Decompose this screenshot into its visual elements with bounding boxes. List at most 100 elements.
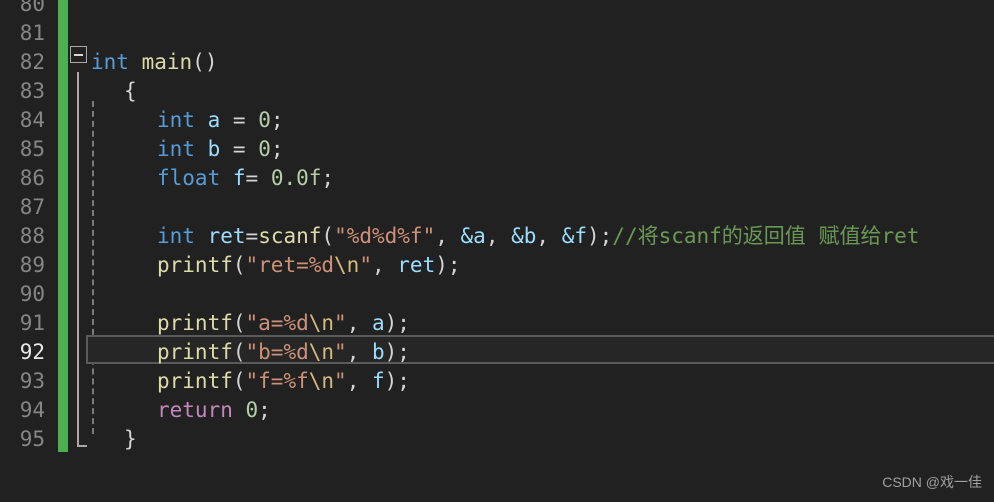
code-token-esc: \n [308,311,335,335]
code-line[interactable]: printf("b=%d\n", b); [157,338,410,367]
code-token-punct: , [346,311,372,335]
line-number: 89 [19,253,45,277]
code-token-str: " [359,253,372,277]
code-token-str: "a=%d [245,311,309,335]
code-line[interactable]: printf("f=%f\n", f); [157,367,410,396]
line-number: 85 [19,137,45,161]
code-token-fn: scanf [258,224,322,248]
code-token-esc: \n [334,253,360,277]
code-token-punct: ); [587,224,613,248]
code-token-punct: ( [232,253,246,277]
code-token-num: 0 [245,398,259,422]
code-token-punct: ; [270,137,284,161]
line-number-gutter: 80 81 82 83 84 85 86 87 88 89 90 91 92 93 94 95 [0,0,58,502]
code-line[interactable]: printf("ret=%d\n", ret); [157,251,461,280]
line-number: 88 [19,224,45,248]
code-token-punct [195,137,208,161]
code-token-str: "f=%f [245,369,309,393]
code-fold-guide-line [77,72,79,447]
code-token-str: "%d%d%f" [334,224,436,248]
code-token-punct [195,108,208,132]
code-token-punct [195,224,208,248]
line-number: 90 [19,282,45,306]
modified-lines-change-bar [58,0,68,452]
code-token-punct: , [536,224,562,248]
line-number: 84 [19,108,45,132]
code-token-fn: main [141,50,193,74]
code-token-kw: int [157,137,195,161]
code-editor-screenshot: 80 81 82 83 84 85 86 87 88 89 90 91 92 93 94 95 int mai… [0,0,994,502]
code-token-punct: = [220,108,259,132]
code-token-punct: ( [232,340,246,364]
code-token-var: a [207,108,221,132]
code-token-var: f [371,369,385,393]
code-token-var: &f [561,224,587,248]
code-token-punct: } [124,427,137,451]
code-line[interactable]: return 0; [157,396,271,425]
code-token-str: " [334,340,347,364]
indent-guide-line [92,101,94,434]
code-token-punct: ; [270,108,284,132]
code-fold-guide-foot [77,445,87,447]
line-number: 80 [19,0,45,16]
code-token-cmt: //将scanf的返回值 赋值给ret [612,224,920,248]
code-token-punct: , [435,224,461,248]
code-line[interactable]: int a = 0; [157,106,284,135]
code-token-punct: = [245,224,259,248]
code-token-punct: , [485,224,512,248]
code-token-fn: printf [157,311,233,335]
code-token-str: " [334,311,347,335]
code-token-punct: () [192,50,218,74]
code-token-str: "b=%d [245,340,309,364]
code-token-punct: ); [435,253,461,277]
code-token-punct: ); [384,340,410,364]
code-token-kw: int [157,108,195,132]
code-token-var: &b [511,224,537,248]
line-number: 93 [19,369,45,393]
code-line[interactable]: int main() [91,48,217,77]
editor-surface[interactable]: int main(){int a = 0; int b = 0; float f= … [68,0,994,502]
code-token-var: f [232,166,246,190]
code-token-str: " [334,369,347,393]
code-token-esc: \n [308,369,335,393]
code-token-punct [220,166,233,190]
code-token-fn: printf [157,340,233,364]
line-number: 94 [19,398,45,422]
code-token-punct: ( [232,311,246,335]
line-number: 92 [19,340,45,364]
line-number: 87 [19,195,45,219]
code-token-punct: ); [384,369,410,393]
code-line[interactable]: float f= 0.0f; [157,164,334,193]
code-line[interactable]: int ret=scanf("%d%d%f", &a, &b, &f);//将s… [157,222,919,251]
code-token-kw: int [157,224,195,248]
code-token-punct: = [245,166,271,190]
code-line[interactable]: { [124,77,137,106]
line-number: 95 [19,427,45,451]
code-token-num: 0 [258,137,271,161]
code-token-var: b [371,340,385,364]
code-line[interactable]: int b = 0; [157,135,284,164]
code-token-punct: ( [232,369,246,393]
code-token-var: ret [207,224,246,248]
code-token-punct: , [346,340,372,364]
code-token-punct [233,398,246,422]
line-number: 86 [19,166,45,190]
line-number: 81 [19,21,45,45]
code-token-str: "ret=%d [245,253,335,277]
line-number: 91 [19,311,45,335]
code-line[interactable]: printf("a=%d\n", a); [157,309,410,338]
code-token-punct: = [220,137,259,161]
code-token-kw: int [91,50,129,74]
code-token-var: a [371,311,385,335]
code-token-punct: ( [321,224,335,248]
code-token-punct: , [346,369,372,393]
code-token-punct: ; [321,166,335,190]
code-token-punct: ); [384,311,410,335]
code-fold-collapse-icon[interactable] [70,46,87,63]
code-line[interactable]: } [124,425,137,454]
code-token-num: 0.0f [270,166,322,190]
csdn-watermark: CSDN @戏一佳 [882,474,982,490]
code-token-var: b [207,137,221,161]
code-token-kw: float [157,166,221,190]
code-token-fn: printf [157,369,233,393]
